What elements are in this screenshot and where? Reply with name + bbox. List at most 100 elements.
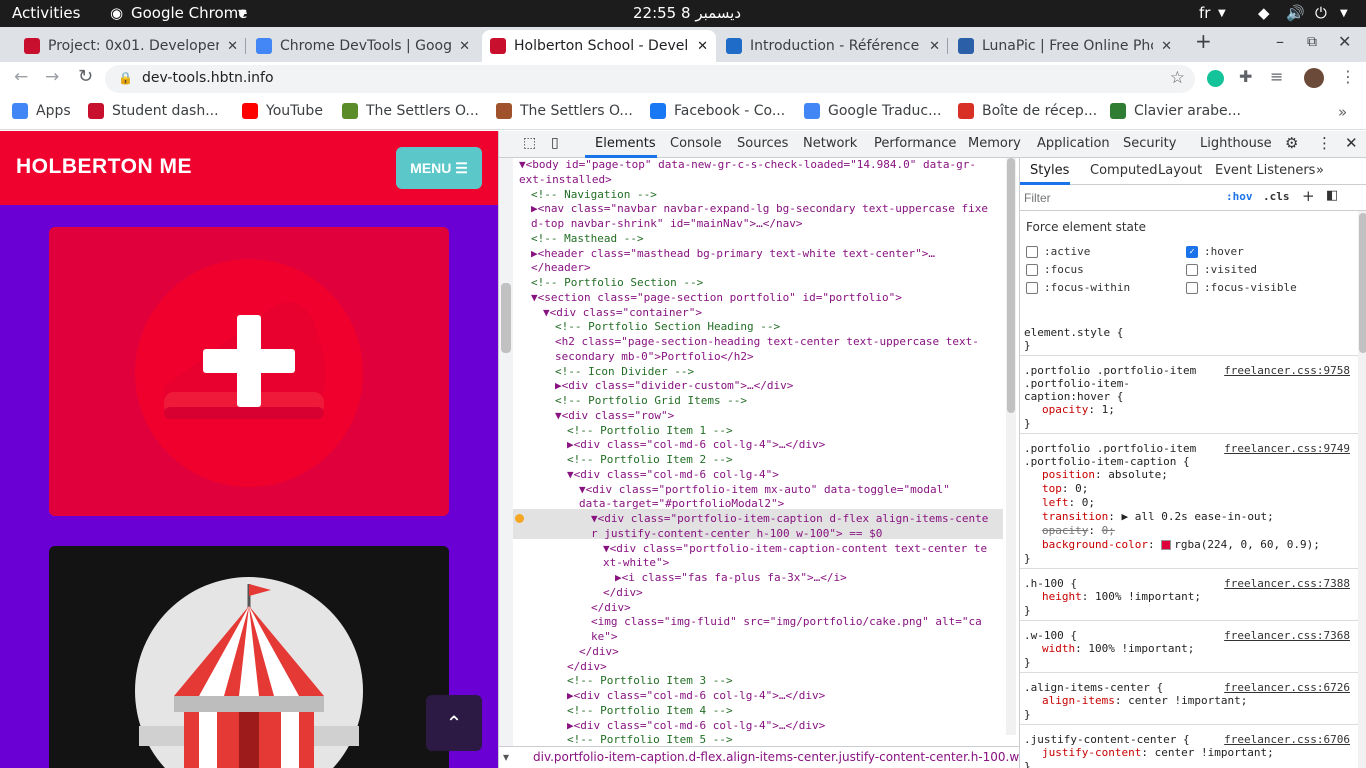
styles-scrollbar[interactable]	[1358, 211, 1366, 768]
css-selector[interactable]: .h-100 {	[1024, 577, 1077, 590]
css-property-name[interactable]: height	[1042, 590, 1082, 603]
maximize-button[interactable]: ⧉	[1307, 34, 1317, 50]
state-hover-checkbox[interactable]: ✓:hover	[1186, 245, 1244, 258]
css-property-name[interactable]: left	[1042, 496, 1069, 509]
css-property-value[interactable]: 0;	[1102, 524, 1115, 537]
html-node-line[interactable]: ▶<div class="col-md-6 col-lg-4">…</div>	[567, 689, 825, 703]
css-rule[interactable]: .h-100 {freelancer.css:7388 height: 100% …	[1020, 574, 1358, 621]
site-brand[interactable]: HOLBERTON ME	[16, 155, 192, 179]
bookmark-clavier-arabe[interactable]: Clavier arabe...	[1110, 103, 1241, 119]
bookmark-facebook[interactable]: Facebook - Co...	[650, 103, 785, 119]
html-node-line[interactable]: ▼<div class="col-md-6 col-lg-4">	[567, 468, 779, 482]
html-comment-line[interactable]: <!-- Portfolio Section Heading -->	[555, 320, 780, 334]
css-declaration[interactable]: transition: ▶ all 0.2s ease-in-out;	[1042, 510, 1274, 523]
html-node-line[interactable]: ▶<i class="fas fa-plus fa-3x">…</i>	[615, 571, 847, 585]
css-declaration[interactable]: background-color: rgba(224, 0, 60, 0.9);	[1042, 538, 1320, 551]
css-declaration[interactable]: left: 0;	[1042, 496, 1095, 509]
css-property-name[interactable]: justify-content	[1042, 746, 1141, 759]
state-visited-checkbox[interactable]: :visited	[1186, 263, 1257, 276]
html-node-line[interactable]: data-target="#portfolioModal2">	[579, 497, 784, 511]
css-selector[interactable]: element.style {	[1024, 326, 1123, 339]
tab-styles[interactable]: Styles	[1030, 163, 1069, 178]
bookmark-star-icon[interactable]: ☆	[1170, 68, 1185, 88]
elements-scrollbar[interactable]	[1006, 158, 1016, 735]
css-declaration[interactable]: align-items: center !important;	[1042, 694, 1247, 707]
tab-network[interactable]: Network	[803, 136, 857, 151]
html-node-line[interactable]: </div>	[567, 660, 607, 674]
css-property-name[interactable]: width	[1042, 642, 1075, 655]
extensions-puzzle-icon[interactable]: ✚	[1239, 67, 1252, 86]
css-source-link[interactable]: freelancer.css:9749	[1224, 442, 1350, 455]
more-bookmarks-icon[interactable]: »	[1338, 103, 1347, 121]
app-menu[interactable]: Google Chrome	[131, 4, 248, 22]
css-property-name[interactable]: opacity	[1042, 524, 1088, 537]
html-node-line[interactable]: <h2 class="page-section-heading text-cen…	[555, 335, 979, 349]
html-comment-line[interactable]: <!-- Portfolio Section -->	[531, 276, 703, 290]
css-property-name[interactable]: top	[1042, 482, 1062, 495]
css-selector[interactable]: .portfolio .portfolio-item .portfolio-it…	[1024, 364, 1196, 403]
css-property-value[interactable]: 0;	[1082, 496, 1095, 509]
html-node-line[interactable]: ▼<body id="page-top" data-new-gr-c-s-che…	[519, 158, 976, 172]
tab-chrome-devtools[interactable]: Chrome DevTools | Goog ✕	[248, 30, 478, 62]
html-node-line[interactable]: ▼<div class="portfolio-item-caption d-fl…	[591, 512, 988, 526]
menu-button[interactable]: MENU ☰	[396, 147, 482, 189]
settings-gear-icon[interactable]: ⚙	[1285, 134, 1298, 152]
back-arrow-icon[interactable]: ←	[14, 67, 28, 87]
css-source-link[interactable]: freelancer.css:9758	[1224, 364, 1350, 377]
tab-computed[interactable]: Computed	[1090, 163, 1158, 178]
close-icon[interactable]: ✕	[1161, 39, 1172, 54]
state-focus-checkbox[interactable]: :focus	[1026, 263, 1084, 276]
tab-security[interactable]: Security	[1123, 136, 1176, 151]
css-source-link[interactable]: freelancer.css:6706	[1224, 733, 1350, 746]
html-node-line[interactable]: ▼<section class="page-section portfolio"…	[531, 291, 902, 305]
tab-project[interactable]: Project: 0x01. Developer t ✕	[16, 30, 246, 62]
css-property-name[interactable]: position	[1042, 468, 1095, 481]
activities-button[interactable]: Activities	[12, 4, 80, 22]
portfolio-item-circus[interactable]	[49, 546, 449, 768]
css-property-value[interactable]: absolute;	[1108, 468, 1168, 481]
css-selector[interactable]: .align-items-center {	[1024, 681, 1163, 694]
html-node-line[interactable]: r justify-content-center h-100 w-100"> =…	[591, 527, 882, 541]
breadcrumb-text[interactable]: div.portfolio-item-caption.d-flex.align-…	[533, 750, 1019, 764]
close-icon[interactable]: ✕	[459, 39, 470, 54]
html-node-line[interactable]: ▼<div class="portfolio-item-caption-cont…	[603, 542, 987, 556]
volume-icon[interactable]: 🔊	[1286, 4, 1305, 22]
bookmark-gmail[interactable]: Boîte de récep...	[958, 103, 1097, 119]
tab-holberton-active[interactable]: Holberton School - Devel ✕	[482, 30, 716, 62]
css-property-value[interactable]: ▶ all 0.2s ease-in-out;	[1121, 510, 1273, 523]
wifi-icon[interactable]: ◆	[1258, 4, 1270, 22]
bookmark-google-translate[interactable]: Google Traduc...	[804, 103, 941, 119]
html-node-line[interactable]: ▶<div class="divider-custom">…</div>	[555, 379, 793, 393]
html-comment-line[interactable]: <!-- Portfolio Item 3 -->	[567, 674, 733, 688]
css-declaration[interactable]: height: 100% !important;	[1042, 590, 1201, 603]
css-selector[interactable]: .portfolio .portfolio-item .portfolio-it…	[1024, 442, 1196, 468]
checkbox-icon[interactable]	[1026, 263, 1038, 276]
css-declaration[interactable]: position: absolute;	[1042, 468, 1168, 481]
css-selector[interactable]: .w-100 {	[1024, 629, 1077, 642]
new-rule-plus-icon[interactable]: +	[1302, 187, 1315, 205]
css-rule[interactable]: .portfolio .portfolio-item .portfolio-it…	[1020, 439, 1358, 569]
more-tabs-icon[interactable]: »	[1316, 163, 1324, 178]
css-rule[interactable]: .justify-content-center { freelancer.css:…	[1020, 730, 1358, 768]
html-comment-line[interactable]: <!-- Portfolio Item 4 -->	[567, 704, 733, 718]
avatar[interactable]	[1304, 68, 1324, 88]
html-node-line[interactable]: ▼<div class="row">	[555, 409, 674, 423]
hov-toggle[interactable]: :hov	[1226, 190, 1253, 203]
bookmark-settlers-1[interactable]: The Settlers O...	[342, 103, 479, 119]
css-selector[interactable]: .justify-content-center {	[1024, 733, 1190, 746]
css-property-name[interactable]: align-items	[1042, 694, 1115, 707]
tab-event-listeners[interactable]: Event Listeners	[1215, 163, 1315, 178]
cls-toggle[interactable]: .cls	[1263, 190, 1290, 203]
html-node-line[interactable]: </div>	[579, 645, 619, 659]
css-declaration[interactable]: width: 100% !important;	[1042, 642, 1194, 655]
html-node-line[interactable]: d-top navbar-shrink" id="mainNav">…</nav…	[531, 217, 803, 231]
state-focus-visible-checkbox[interactable]: :focus-visible	[1186, 281, 1297, 294]
close-icon[interactable]: ✕	[929, 39, 940, 54]
html-node-line[interactable]: ke">	[591, 630, 618, 644]
bookmark-settlers-2[interactable]: The Settlers O...	[496, 103, 633, 119]
breadcrumb[interactable]: ▾ div.portfolio-item-caption.d-flex.alig…	[499, 746, 1019, 768]
html-node-line[interactable]: ▼<div class="portfolio-item mx-auto" dat…	[579, 483, 950, 497]
omnibox[interactable]: 🔒 dev-tools.hbtn.info ☆	[105, 65, 1195, 93]
html-comment-line[interactable]: <!-- Icon Divider -->	[555, 365, 694, 379]
tab-introduction[interactable]: Introduction - Référence ✕	[718, 30, 948, 62]
